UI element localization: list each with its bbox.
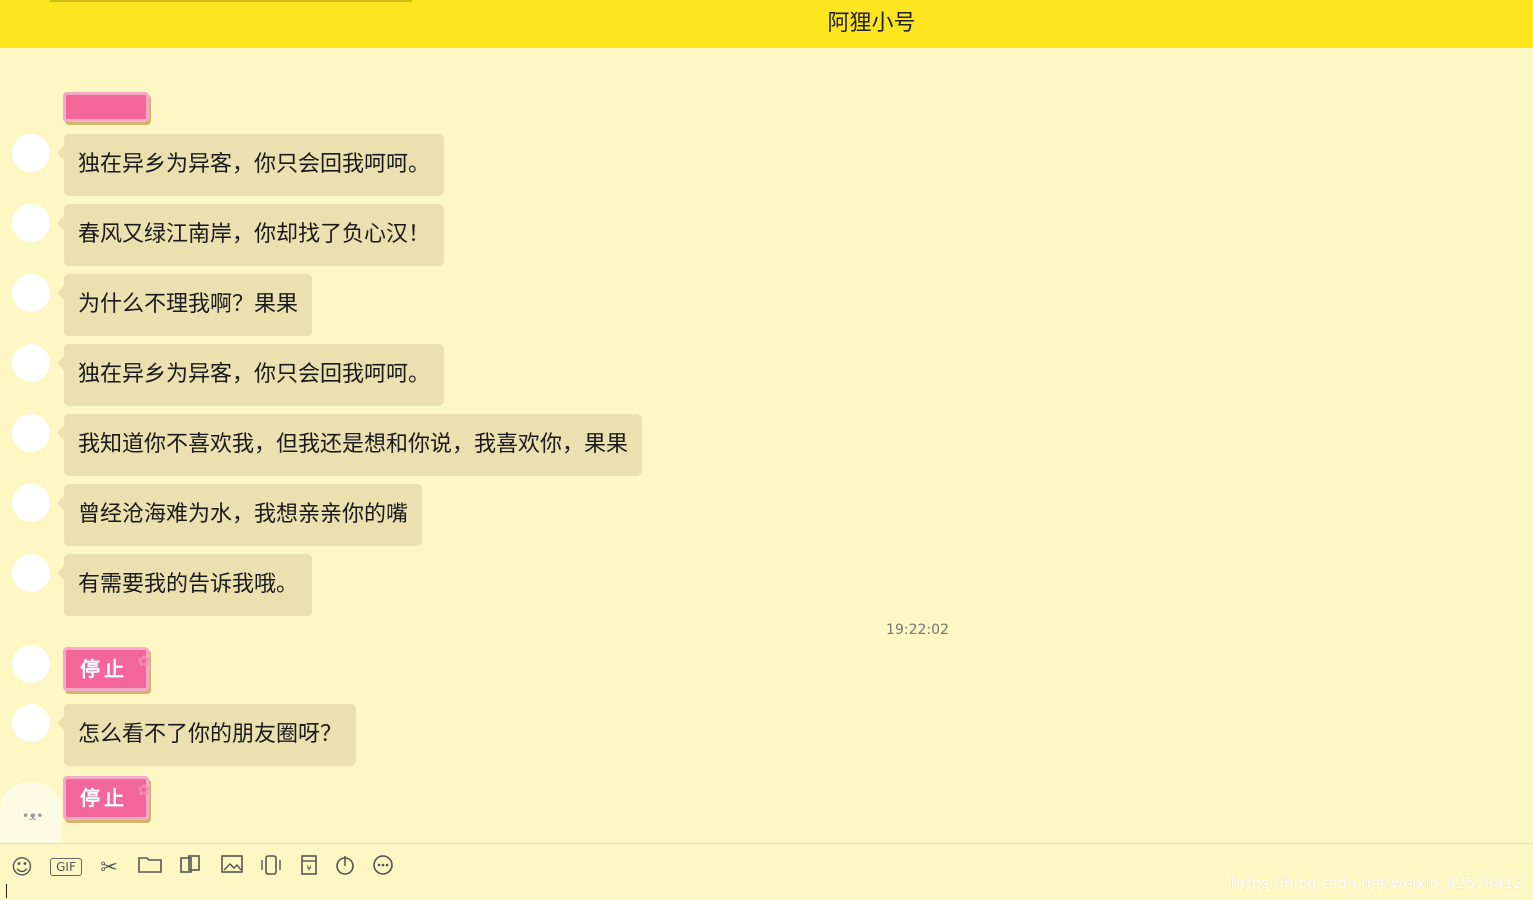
image-gallery-icon[interactable] — [178, 854, 204, 880]
bear-face-icon: •ᴥ• — [22, 809, 44, 823]
avatar[interactable] — [12, 484, 50, 522]
text-bubble[interactable]: 为什么不理我啊？果果 — [56, 274, 313, 336]
gif-icon[interactable]: GIF — [50, 858, 82, 876]
message-timestamp: 19:22:02 — [886, 622, 949, 638]
flower-icon: ✿ — [137, 781, 154, 799]
emoji-icon[interactable]: ☺ — [9, 854, 35, 880]
text-bubble[interactable]: 曾经沧海难为水，我想亲亲你的嘴 — [56, 484, 423, 546]
text-bubble[interactable]: 我知道你不喜欢我，但我还是想和你说，我喜欢你，果果 — [56, 414, 643, 476]
sticker-message[interactable] — [63, 92, 149, 122]
avatar[interactable] — [12, 645, 50, 683]
avatar[interactable] — [12, 414, 50, 452]
chat-area[interactable]: 独在异乡为异客，你只会回我呵呵。 春风又绿江南岸，你却找了负心汉！ 为什么不理我… — [0, 48, 1533, 843]
avatar[interactable] — [12, 704, 50, 742]
vibrate-icon[interactable] — [258, 854, 284, 880]
bear-mascot-decoration: •ᴥ• — [0, 783, 62, 843]
avatar[interactable] — [12, 554, 50, 592]
sticker-message[interactable]: 停止 ✿ — [63, 776, 150, 820]
red-packet-icon[interactable]: ¥ — [296, 854, 322, 880]
avatar[interactable] — [12, 204, 50, 242]
text-cursor — [6, 884, 7, 898]
text-bubble[interactable]: 春风又绿江南岸，你却找了负心汉！ — [56, 204, 445, 266]
watermark-text: https://blog.csdn.net/weixin_42578412 — [1230, 874, 1523, 892]
more-icon[interactable] — [370, 854, 396, 880]
folder-icon[interactable] — [137, 854, 163, 880]
avatar[interactable] — [12, 344, 50, 382]
text-bubble[interactable]: 独在异乡为异客，你只会回我呵呵。 — [56, 134, 445, 196]
music-icon[interactable] — [332, 854, 358, 880]
text-bubble[interactable]: 怎么看不了你的朋友圈呀？ — [56, 704, 357, 766]
text-bubble[interactable]: 独在异乡为异客，你只会回我呵呵。 — [56, 344, 445, 406]
scissors-icon[interactable]: ✂ — [96, 854, 122, 880]
avatar[interactable] — [12, 274, 50, 312]
image-icon[interactable] — [219, 854, 245, 880]
text-bubble[interactable]: 有需要我的告诉我哦。 — [56, 554, 313, 616]
avatar[interactable] — [12, 134, 50, 172]
title-bar: 阿狸小号 — [0, 0, 1533, 48]
svg-text:¥: ¥ — [306, 864, 311, 873]
chat-title: 阿狸小号 — [827, 11, 916, 36]
input-toolbar: ☺ GIF ✂ ¥ https://blog.csdn.net/weixin_4… — [0, 843, 1533, 900]
flower-icon: ✿ — [137, 652, 154, 670]
sticker-message[interactable]: 停止 ✿ — [63, 647, 150, 691]
